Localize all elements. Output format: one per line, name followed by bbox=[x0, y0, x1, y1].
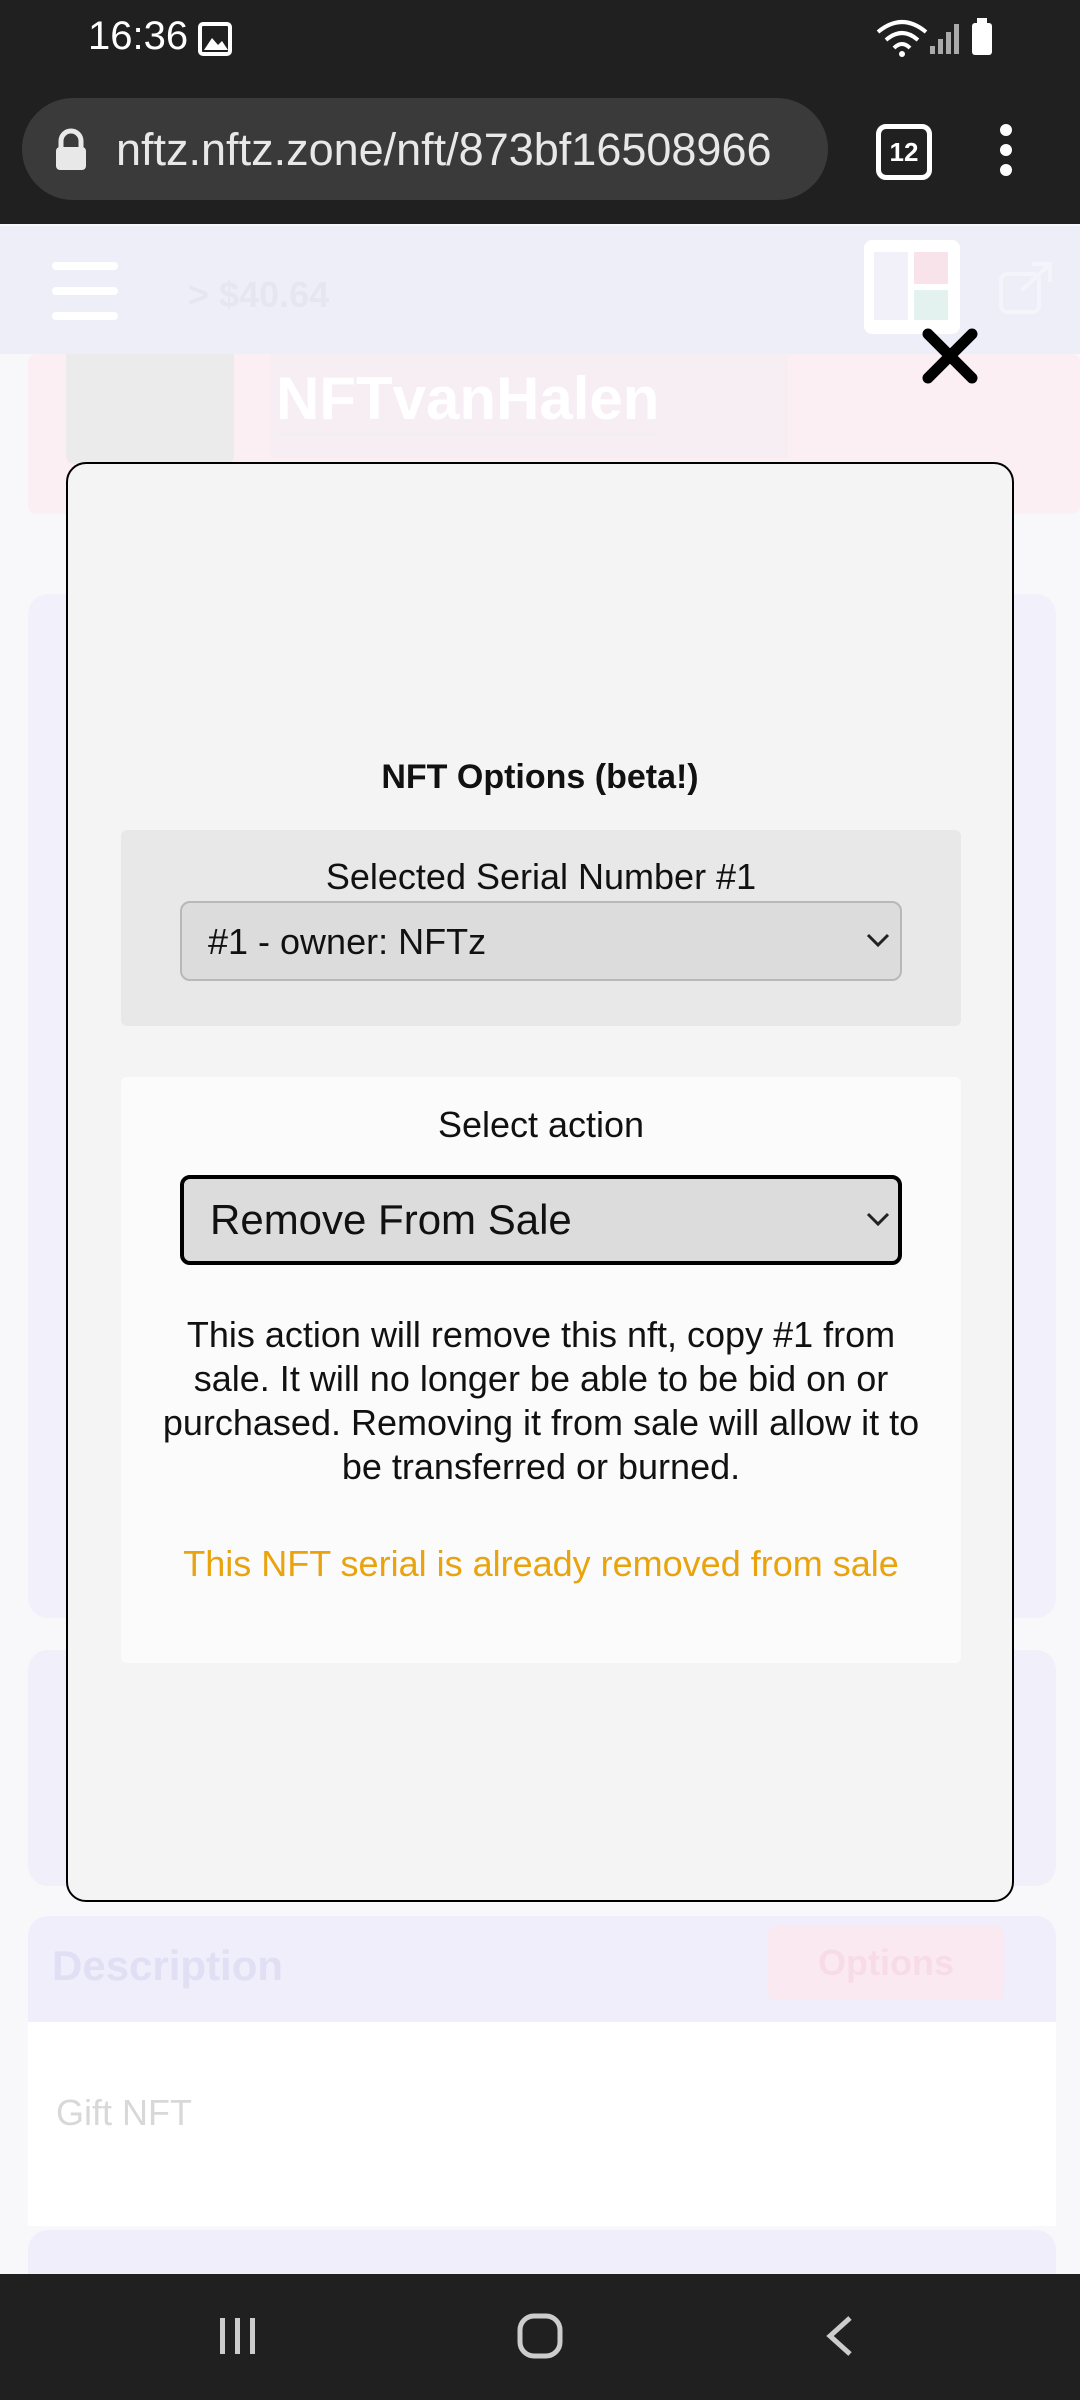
more-options-icon[interactable] bbox=[992, 122, 1020, 178]
status-time: 16:36 bbox=[88, 14, 189, 58]
back-icon[interactable] bbox=[822, 2314, 858, 2358]
avatar bbox=[66, 354, 234, 464]
lock-icon bbox=[56, 128, 86, 170]
tab-switcher-button[interactable]: 12 bbox=[876, 124, 932, 180]
action-label: Select action bbox=[437, 1104, 645, 1145]
modal-title: NFT Options (beta!) bbox=[381, 758, 699, 796]
close-icon[interactable] bbox=[920, 326, 980, 386]
dashboard-icon[interactable] bbox=[864, 240, 960, 334]
wallet-balance: > $40.64 bbox=[188, 274, 330, 315]
hamburger-menu-icon[interactable] bbox=[52, 258, 118, 324]
home-icon[interactable] bbox=[516, 2312, 564, 2360]
serial-select-value[interactable]: #1 - owner: NFTz bbox=[208, 921, 486, 963]
image-notification-icon bbox=[198, 22, 232, 56]
description-text: Gift NFT bbox=[56, 2092, 192, 2133]
serial-label: Selected Serial Number #1 bbox=[325, 856, 757, 897]
action-description: This action will remove this nft, copy #… bbox=[162, 1314, 920, 1487]
description-title: Description bbox=[52, 1942, 284, 1989]
next-section-header bbox=[28, 2230, 1056, 2274]
signal-icon bbox=[930, 24, 959, 54]
chevron-down-icon[interactable] bbox=[866, 1211, 890, 1227]
url-text[interactable]: nftz.nftz.zone/nft/873bf16508966 bbox=[116, 124, 806, 176]
chevron-down-icon[interactable] bbox=[866, 932, 890, 948]
battery-icon bbox=[972, 18, 992, 55]
external-link-icon[interactable] bbox=[998, 260, 1054, 314]
options-button[interactable]: Options bbox=[768, 1926, 1004, 2000]
recent-apps-icon[interactable] bbox=[216, 2314, 260, 2358]
action-select-value[interactable]: Remove From Sale bbox=[210, 1196, 572, 1244]
profile-name: NFTvanHalen bbox=[276, 364, 660, 436]
status-warning: This NFT serial is already removed from … bbox=[183, 1543, 899, 1584]
wifi-icon bbox=[876, 20, 928, 57]
